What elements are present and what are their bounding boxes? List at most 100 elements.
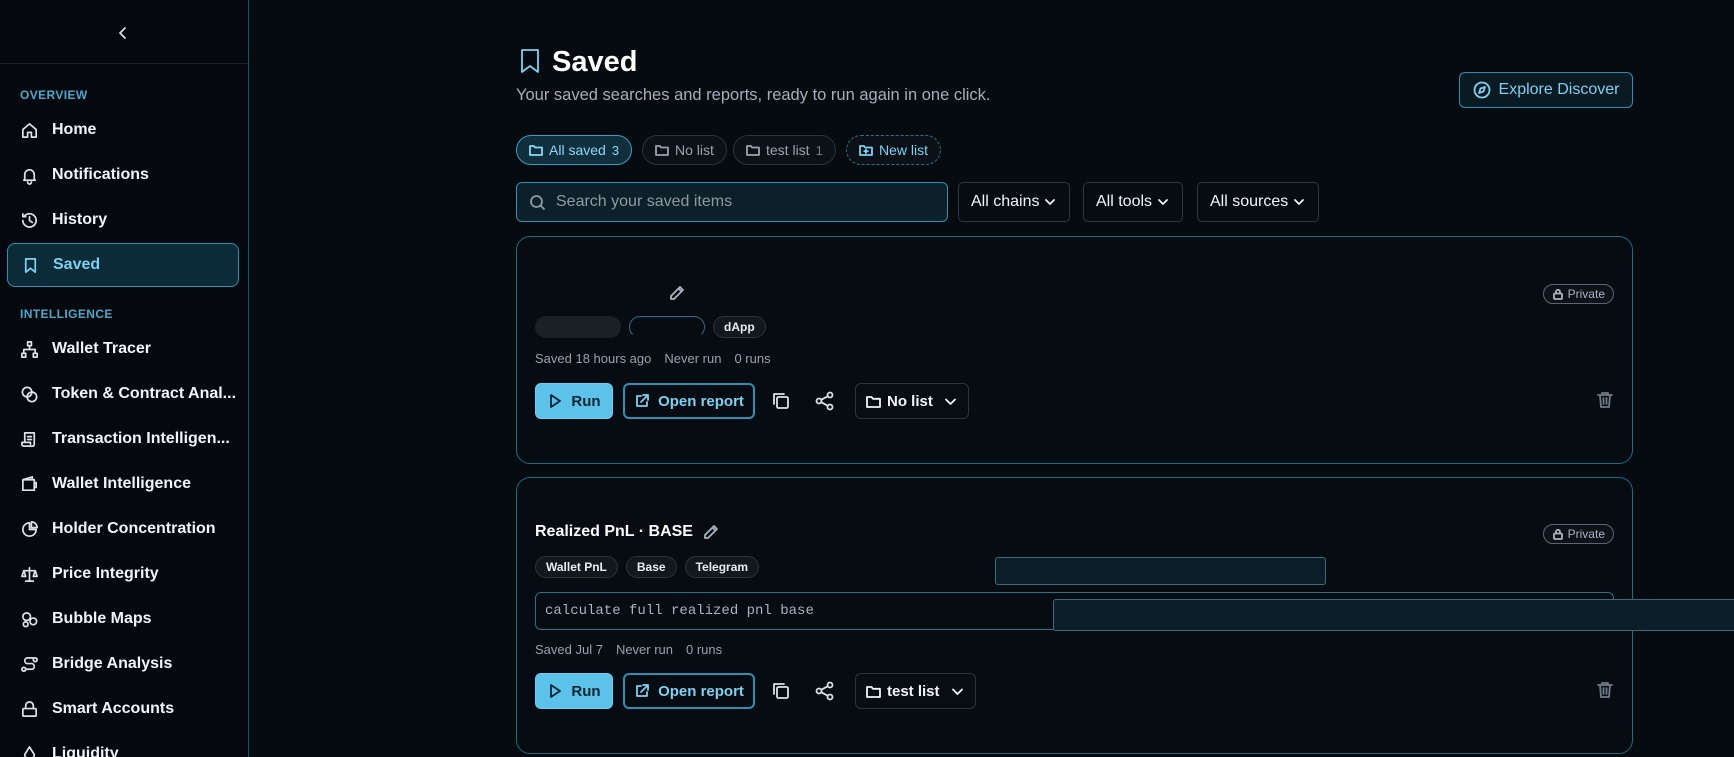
folder-icon — [866, 684, 881, 699]
share-icon[interactable] — [814, 390, 836, 412]
card-title-row: Realized PnL · BASE — [535, 523, 719, 541]
search-input[interactable] — [556, 193, 936, 211]
sidebar-item-label: Wallet Tracer — [52, 340, 152, 357]
list-select-dropdown[interactable]: test list — [855, 673, 976, 709]
sidebar-item-label: History — [52, 211, 108, 228]
sidebar-item-price-integrity[interactable]: Price Integrity — [7, 552, 239, 596]
chevron-down-icon — [950, 684, 965, 699]
card-title: Realized PnL · BASE — [535, 523, 693, 540]
private-badge: Private — [1542, 524, 1614, 544]
open-report-button[interactable]: Open report — [623, 383, 755, 419]
folder-icon — [866, 394, 881, 409]
bell-icon — [20, 166, 39, 185]
query-text-value: calculate full realized pnl base — [545, 603, 814, 619]
sidebar-item-home[interactable]: Home — [7, 108, 239, 152]
tag-list: Wallet PnL Base Telegram — [535, 556, 760, 578]
delete-icon[interactable] — [1596, 391, 1614, 409]
play-icon — [547, 683, 563, 699]
last-run: Never run — [664, 351, 722, 366]
search-field[interactable] — [516, 182, 948, 222]
sidebar-item-saved[interactable]: Saved — [7, 243, 239, 287]
tag-placeholder — [535, 316, 621, 338]
list-chip-test-list[interactable]: test list 1 — [733, 135, 836, 165]
sources-filter-dropdown[interactable]: All sources — [1197, 182, 1320, 222]
sidebar-item-wallet-intelligence[interactable]: Wallet Intelligence — [7, 462, 239, 506]
explore-discover-button[interactable]: Explore Discover — [1459, 72, 1633, 108]
history-icon — [20, 211, 39, 230]
chains-filter-dropdown[interactable]: All chains — [958, 182, 1071, 222]
new-list-button[interactable]: New list — [846, 135, 942, 165]
chevron-down-icon — [1043, 195, 1057, 209]
bookmark-icon — [21, 256, 40, 275]
run-button[interactable]: Run — [535, 673, 613, 709]
tag: Telegram — [684, 556, 760, 578]
sidebar-item-token-contract[interactable]: Token & Contract Anal... — [7, 372, 239, 416]
sources-filter-label: All sources — [1210, 193, 1289, 210]
bridge-icon — [20, 655, 39, 674]
folder-plus-icon — [859, 143, 873, 157]
card-meta: Saved Jul 7 Never run 0 runs — [535, 642, 722, 657]
open-report-button[interactable]: Open report — [623, 673, 755, 709]
collapse-sidebar-button[interactable] — [113, 23, 133, 43]
list-select-dropdown[interactable]: No list — [855, 383, 969, 419]
run-count: 0 runs — [734, 351, 771, 366]
list-chip-label: All saved — [549, 142, 606, 158]
sidebar-item-label: Notifications — [52, 166, 149, 183]
tag: dApp — [713, 316, 766, 338]
run-label: Run — [571, 682, 601, 700]
last-run: Never run — [615, 642, 674, 657]
smart-account-icon — [20, 700, 39, 719]
list-chip-all-saved[interactable]: All saved 3 — [516, 135, 633, 165]
bookmark-icon — [518, 48, 544, 76]
delete-icon[interactable] — [1596, 681, 1614, 699]
list-chip-label: test list — [766, 142, 810, 158]
sidebar-item-label: Holder Concentration — [52, 520, 216, 537]
sidebar-item-history[interactable]: History — [7, 198, 239, 242]
edit-title-icon[interactable] — [669, 285, 685, 301]
tools-filter-label: All tools — [1096, 193, 1153, 210]
tools-filter-dropdown[interactable]: All tools — [1083, 182, 1184, 222]
run-button[interactable]: Run — [535, 383, 613, 419]
sidebar-item-bridge-analysis[interactable]: Bridge Analysis — [7, 642, 239, 686]
list-select-label: test list — [887, 682, 940, 700]
sidebar-item-label: Transaction Intelligen... — [52, 430, 230, 447]
private-badge-label: Private — [1567, 527, 1605, 541]
tag-list: dApp — [535, 316, 766, 338]
duplicate-icon[interactable] — [770, 390, 792, 412]
network-icon — [20, 340, 39, 359]
folder-icon — [655, 143, 669, 157]
sidebar-item-wallet-tracer[interactable]: Wallet Tracer — [7, 327, 239, 371]
new-list-label: New list — [879, 142, 929, 158]
sidebar-item-smart-accounts[interactable]: Smart Accounts — [7, 687, 239, 731]
overlay-box — [995, 557, 1326, 585]
share-icon[interactable] — [814, 680, 836, 702]
external-link-icon — [634, 683, 650, 699]
coins-icon — [20, 385, 39, 404]
scale-icon — [20, 565, 39, 584]
edit-title-icon[interactable] — [703, 524, 719, 540]
saved-time: Saved 18 hours ago — [535, 351, 652, 366]
play-icon — [547, 393, 563, 409]
sidebar-item-transaction-intelligence[interactable]: Transaction Intelligen... — [7, 417, 239, 461]
duplicate-icon[interactable] — [770, 680, 792, 702]
list-chip-count: 3 — [611, 142, 620, 158]
pie-chart-icon — [20, 520, 39, 539]
bubbles-icon — [20, 610, 39, 629]
saved-item-card: Private dApp Saved 18 hours ago Never ru… — [516, 236, 1633, 464]
sidebar-item-holder-concentration[interactable]: Holder Concentration — [7, 507, 239, 551]
sidebar-item-notifications[interactable]: Notifications — [7, 153, 239, 197]
sidebar-item-liquidity[interactable]: Liquidity — [7, 732, 239, 757]
sidebar-item-bubble-maps[interactable]: Bubble Maps — [7, 597, 239, 641]
liquidity-icon — [20, 745, 39, 757]
chevron-down-icon — [1156, 195, 1170, 209]
chevron-down-icon — [943, 394, 958, 409]
list-chip-no-list[interactable]: No list — [642, 135, 727, 165]
chevron-down-icon — [1292, 195, 1306, 209]
chevron-left-icon — [119, 27, 126, 39]
private-badge: Private — [1542, 284, 1614, 304]
saved-time: Saved Jul 7 — [535, 642, 603, 657]
tag-placeholder — [629, 316, 705, 338]
main-content: Saved Your saved searches and reports, r… — [250, 0, 1734, 757]
sidebar-item-label: Home — [52, 121, 97, 138]
compass-icon — [1473, 81, 1491, 99]
